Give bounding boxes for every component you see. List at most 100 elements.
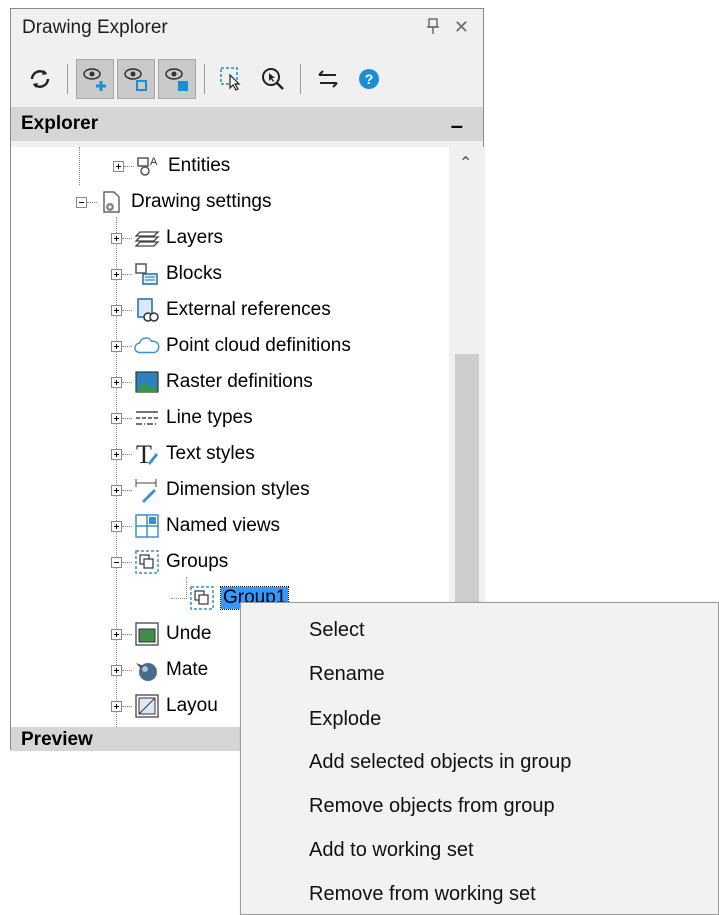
tree-item-label: Blocks [166, 263, 222, 284]
tree-item-blocks[interactable]: Blocks [111, 257, 222, 291]
menu-item-remove-from-working-set[interactable]: Remove from working set [309, 877, 536, 911]
expand-icon[interactable] [113, 160, 124, 172]
scroll-up-icon[interactable]: ⌃ [459, 153, 472, 173]
tree-item-external-references[interactable]: External references [111, 293, 331, 327]
help-button[interactable]: ? [350, 59, 388, 99]
menu-item-add-selected-objects[interactable]: Add selected objects in group [309, 745, 571, 779]
expand-icon[interactable] [111, 268, 122, 280]
underlay-icon [134, 621, 160, 647]
tree-item-label: Line types [166, 407, 253, 428]
tree-item-label: Dimension styles [166, 479, 310, 500]
tree-item-underlays[interactable]: Unde [111, 617, 211, 651]
tree-item-line-types[interactable]: Line types [111, 401, 253, 435]
tree-item-label: Layers [166, 227, 224, 248]
expand-icon[interactable] [111, 700, 122, 712]
title-bar: Drawing Explorer ✕ [11, 9, 483, 47]
expand-icon[interactable] [111, 484, 122, 496]
tree-item-label: Text styles [166, 443, 255, 464]
context-menu: Select Rename Explode Add selected objec… [240, 602, 719, 915]
expand-icon[interactable] [111, 304, 122, 316]
tree-item-label: Named views [166, 515, 281, 536]
tree-item-label: External references [166, 299, 331, 320]
tree-item-layouts[interactable]: Layou [111, 689, 218, 723]
tree-item-drawing-settings[interactable]: Drawing settings [76, 185, 271, 219]
pin-icon[interactable] [426, 17, 440, 40]
named-views-icon [134, 513, 160, 539]
explorer-header-label: Explorer [21, 113, 99, 134]
entities-icon: A [136, 153, 162, 179]
tree-item-label: Layou [166, 695, 218, 716]
cloud-icon [134, 333, 160, 359]
blocks-icon [134, 261, 160, 287]
tree-item-materials[interactable]: Mate [111, 653, 208, 687]
layers-icon [134, 225, 160, 251]
menu-item-explode[interactable]: Explode [309, 702, 381, 736]
tree-item-label: Entities [168, 155, 231, 176]
zoom-pick-button[interactable] [254, 59, 292, 99]
expand-icon[interactable] [111, 232, 122, 244]
svg-text:?: ? [365, 71, 374, 87]
help-icon: ? [359, 69, 379, 89]
tree-item-label: Mate [166, 659, 209, 680]
tree-item-groups[interactable]: Groups [111, 545, 228, 579]
zoom-pick-icon [262, 68, 284, 90]
menu-item-rename[interactable]: Rename [309, 657, 385, 691]
groups-icon [134, 549, 160, 575]
tree-item-layers[interactable]: Layers [111, 221, 223, 255]
toolbar-separator [204, 64, 205, 94]
preview-header-label: Preview [21, 729, 93, 750]
panel-title: Drawing Explorer [22, 17, 168, 38]
collapse-node-icon[interactable] [111, 556, 122, 568]
tree-item-point-cloud-definitions[interactable]: Point cloud definitions [111, 329, 351, 363]
tree-item-label: Raster definitions [166, 371, 313, 392]
tree-item-label: Groups [166, 551, 229, 572]
eye-filled-icon [165, 68, 188, 91]
show-filled-button[interactable] [158, 59, 196, 99]
eye-add-icon [83, 68, 106, 91]
tree-item-entities[interactable]: A Entities [113, 149, 230, 183]
tree-item-dimension-styles[interactable]: Dimension styles [111, 473, 310, 507]
tree-item-label: Drawing settings [131, 191, 272, 212]
menu-item-select[interactable]: Select [309, 613, 365, 647]
toolbar: ? [11, 51, 483, 107]
select-button[interactable] [213, 59, 251, 99]
swap-button[interactable] [309, 59, 347, 99]
expand-icon[interactable] [111, 412, 122, 424]
text-styles-icon: T [134, 441, 160, 467]
refresh-icon [30, 70, 50, 88]
close-icon[interactable]: ✕ [454, 17, 469, 40]
dimension-styles-icon [134, 477, 160, 503]
show-add-button[interactable] [76, 59, 114, 99]
expand-icon[interactable] [111, 520, 122, 532]
toolbar-separator [67, 64, 68, 94]
collapse-node-icon[interactable] [76, 196, 87, 208]
select-cursor-icon [220, 67, 241, 91]
tree-item-named-views[interactable]: Named views [111, 509, 280, 543]
menu-item-add-to-working-set[interactable]: Add to working set [309, 833, 474, 867]
show-outline-button[interactable] [117, 59, 155, 99]
expand-icon[interactable] [111, 448, 122, 460]
raster-icon [134, 369, 160, 395]
expand-icon[interactable] [111, 340, 122, 352]
external-references-icon [134, 297, 160, 323]
expand-icon[interactable] [111, 628, 122, 640]
explorer-section-header[interactable]: Explorer – [11, 107, 483, 141]
swap-arrows-icon [318, 70, 338, 88]
collapse-icon[interactable]: – [451, 113, 463, 139]
menu-item-remove-objects[interactable]: Remove objects from group [309, 789, 555, 823]
expand-icon[interactable] [111, 376, 122, 388]
svg-text:A: A [150, 156, 158, 168]
tree-item-raster-definitions[interactable]: Raster definitions [111, 365, 313, 399]
tree-item-text-styles[interactable]: T Text styles [111, 437, 255, 471]
toolbar-separator [300, 64, 301, 94]
eye-outline-icon [124, 68, 147, 91]
drawing-settings-icon [99, 189, 125, 215]
line-types-icon [134, 405, 160, 431]
tree-item-label: Point cloud definitions [166, 335, 351, 356]
tree-item-label: Unde [166, 623, 212, 644]
refresh-button[interactable] [21, 59, 59, 99]
expand-icon[interactable] [111, 664, 122, 676]
materials-icon [134, 657, 160, 683]
group-icon [189, 585, 215, 611]
layouts-icon [134, 693, 160, 719]
